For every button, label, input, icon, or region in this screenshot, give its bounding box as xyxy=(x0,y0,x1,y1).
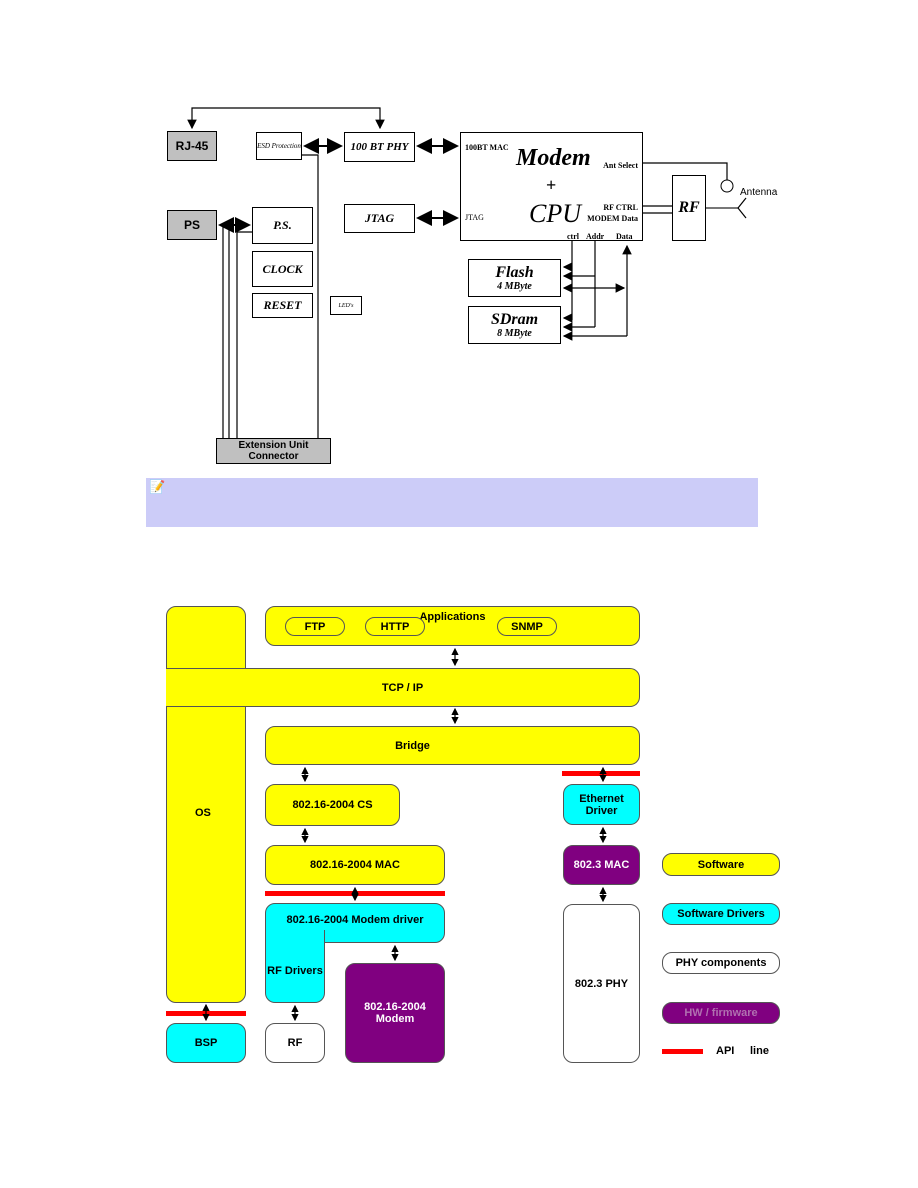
applications-label: Applications xyxy=(419,611,486,623)
reset-box: RESET xyxy=(252,293,313,318)
legend-software: Software xyxy=(662,853,780,876)
clock-box: CLOCK xyxy=(252,251,313,287)
legend-drivers: Software Drivers xyxy=(662,903,780,925)
document-page: RJ-45 ESD Protection 100 BT PHY 100BT MA… xyxy=(0,0,918,1188)
extension-connector-box: Extension Unit Connector xyxy=(216,438,331,464)
eth-mac-block: 802.3 MAC xyxy=(563,845,640,885)
flash-size: 4 MByte xyxy=(497,281,532,293)
api-line-bsp xyxy=(166,1011,246,1016)
flash-label: Flash xyxy=(495,263,534,281)
sdram-size: 8 MByte xyxy=(497,328,532,340)
power-supply-box: P.S. xyxy=(252,207,313,244)
ctrl-label: ctrl xyxy=(567,232,579,241)
antenna-label: Antenna xyxy=(740,187,778,198)
modem-block: 802.16-2004 Modem xyxy=(345,963,445,1063)
http-pill: HTTP xyxy=(365,617,425,636)
legend-api-label: API xyxy=(716,1045,735,1057)
rf-box: RF xyxy=(672,175,706,241)
sdram-label: SDram xyxy=(490,310,539,328)
rf-ctrl-label: RF CTRL xyxy=(603,203,638,212)
leds-box: LED's xyxy=(330,296,362,315)
note-box: 📝 xyxy=(146,478,758,527)
api-line-mac xyxy=(265,891,445,896)
rf-block: RF xyxy=(265,1023,325,1063)
plus-sign: + xyxy=(546,175,557,195)
jtag-box: JTAG xyxy=(344,204,415,233)
modem-title: Modem xyxy=(516,145,591,171)
ant-select-label: Ant Select xyxy=(603,161,638,170)
cpu-title: CPU xyxy=(529,199,581,228)
jtag-port-label: JTAG xyxy=(465,213,484,222)
snmp-pill: SNMP xyxy=(497,617,557,636)
os-block: OS xyxy=(166,606,246,1003)
mac-port-label: 100BT MAC xyxy=(465,143,509,152)
eth-phy-block: 802.3 PHY xyxy=(563,904,640,1063)
data-label: Data xyxy=(616,232,633,241)
bsp-block: BSP xyxy=(166,1023,246,1063)
ps-gray-box: PS xyxy=(167,210,217,240)
sdram-box: SDram 8 MByte xyxy=(468,306,561,344)
legend-line-label: line xyxy=(750,1045,769,1057)
phy-box: 100 BT PHY xyxy=(344,132,415,162)
legend-hw: HW / firmware xyxy=(662,1002,780,1024)
addr-label: Addr xyxy=(586,232,605,241)
modem-data-label: MODEM Data xyxy=(587,214,638,223)
os-label: OS xyxy=(195,807,211,819)
flash-box: Flash 4 MByte xyxy=(468,259,561,297)
rj45-box: RJ-45 xyxy=(167,131,217,161)
modem-cpu-box: 100BT MAC JTAG Ant Select RF CTRL MODEM … xyxy=(460,132,643,241)
legend-phy: PHY components xyxy=(662,952,780,974)
cs-block: 802.16-2004 CS xyxy=(265,784,400,826)
note-pencil-icon: 📝 xyxy=(149,479,166,494)
esd-protection-box: ESD Protection xyxy=(256,132,302,160)
api-line-ethernet xyxy=(562,771,640,776)
ftp-pill: FTP xyxy=(285,617,345,636)
ethernet-driver-block: Ethernet Driver xyxy=(563,784,640,825)
rf-drivers-block: RF Drivers xyxy=(265,930,325,1003)
legend-api-line xyxy=(662,1049,703,1054)
mac-block: 802.16-2004 MAC xyxy=(265,845,445,885)
bridge-block: Bridge xyxy=(265,726,640,765)
